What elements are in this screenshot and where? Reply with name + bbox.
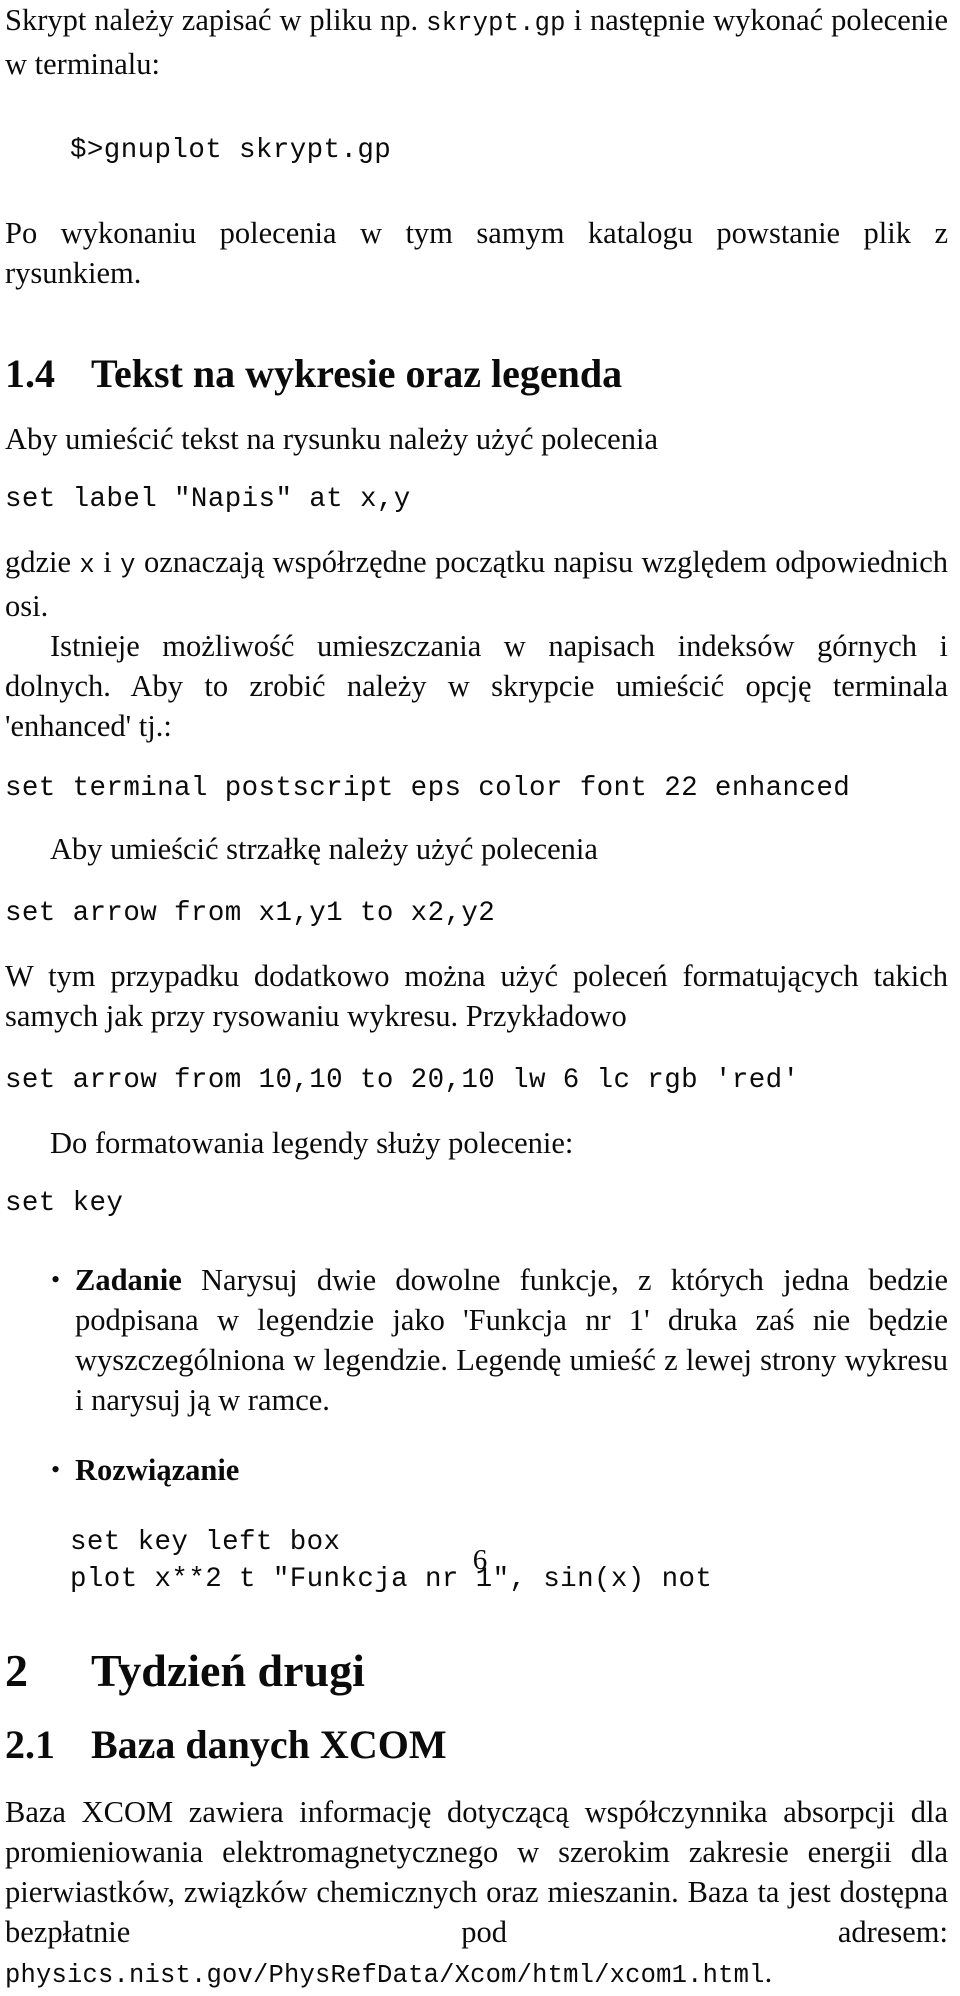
paragraph-text-part: Baza XCOM zawiera informację dotyczącą w… [5, 1795, 948, 1949]
heading-number: 1.4 [5, 351, 55, 396]
bullet-icon: • [51, 1265, 61, 1294]
heading-number: 2.1 [5, 1722, 55, 1767]
code-set-terminal: set terminal postscript eps color font 2… [5, 773, 851, 804]
paragraph-po-wykonaniu: Po wykonaniu polecenia w tym samym katal… [5, 216, 948, 290]
inline-code-xcom-url: physics.nist.gov/PhysRefData/Xcom/html/x… [5, 1961, 765, 1990]
paragraph-do-formatowania-legendy: Do formatowania legendy służy polecenie: [50, 1126, 574, 1160]
list-item: • Rozwiązanie [5, 1450, 948, 1490]
inline-code-y: y [120, 551, 136, 580]
document-page: Skrypt należy zapisać w pliku np. skrypt… [0, 0, 960, 1990]
inline-code-skrypt-gp: skrypt.gp [426, 9, 566, 38]
bullet-icon: • [51, 1455, 61, 1484]
paragraph-text-part: Skrypt należy zapisać w pliku np. [5, 3, 427, 37]
code-set-label: set label "Napis" at x,y [5, 484, 411, 515]
list-item-lead: Zadanie [75, 1263, 182, 1297]
heading-number: 2 [5, 1645, 28, 1696]
list-item: • Zadanie Narysuj dwie dowolne funkcje, … [5, 1260, 948, 1420]
page-number: 6 [472, 1544, 488, 1576]
heading-section-1-4: 1.4 Tekst na wykresie oraz legenda [5, 349, 948, 399]
inline-code-x: x [79, 551, 95, 580]
paragraph-gdzie-x-y: gdzie x i y oznaczają współrzędne począt… [5, 542, 948, 626]
paragraph-text-part: gdzie [5, 545, 80, 579]
heading-section-2: 2 Tydzień drugi [5, 1642, 948, 1700]
heading-title: Tekst na wykresie oraz legenda [91, 351, 623, 396]
heading-section-2-1: 2.1 Baza danych XCOM [5, 1720, 948, 1770]
code-set-arrow: set arrow from x1,y1 to x2,y2 [5, 898, 496, 929]
paragraph-skrypt-zapisac: Skrypt należy zapisać w pliku np. skrypt… [5, 0, 948, 84]
paragraph-text-part: oznaczają współrzędne początku napisu wz… [5, 545, 948, 623]
heading-title: Tydzień drugi [91, 1645, 365, 1696]
paragraph-text-part: i [94, 545, 121, 579]
paragraph-aby-umiescic-tekst: Aby umieścić tekst na rysunku należy uży… [5, 422, 658, 456]
code-run-gnuplot: $>gnuplot skrypt.gp [70, 135, 392, 166]
paragraph-text-part: . [764, 1955, 773, 1989]
paragraph-indeksy-enhanced: Istnieje możliwość umieszczania w napisa… [5, 629, 948, 743]
heading-title: Baza danych XCOM [91, 1722, 447, 1767]
paragraph-aby-umiescic-strzalke: Aby umieścić strzałkę należy użyć polece… [50, 832, 598, 866]
task-list: • Zadanie Narysuj dwie dowolne funkcje, … [5, 1260, 948, 1490]
code-set-arrow-red: set arrow from 10,10 to 20,10 lw 6 lc rg… [5, 1065, 800, 1096]
paragraph-formatowanie-strzalki: W tym przypadku dodatkowo można użyć pol… [5, 959, 948, 1033]
list-item-lead: Rozwiązanie [75, 1453, 240, 1487]
code-set-key: set key [5, 1188, 124, 1219]
list-item-text: Narysuj dwie dowolne funkcje, z których … [75, 1263, 948, 1417]
paragraph-baza-xcom: Baza XCOM zawiera informację dotyczącą w… [5, 1792, 948, 1996]
